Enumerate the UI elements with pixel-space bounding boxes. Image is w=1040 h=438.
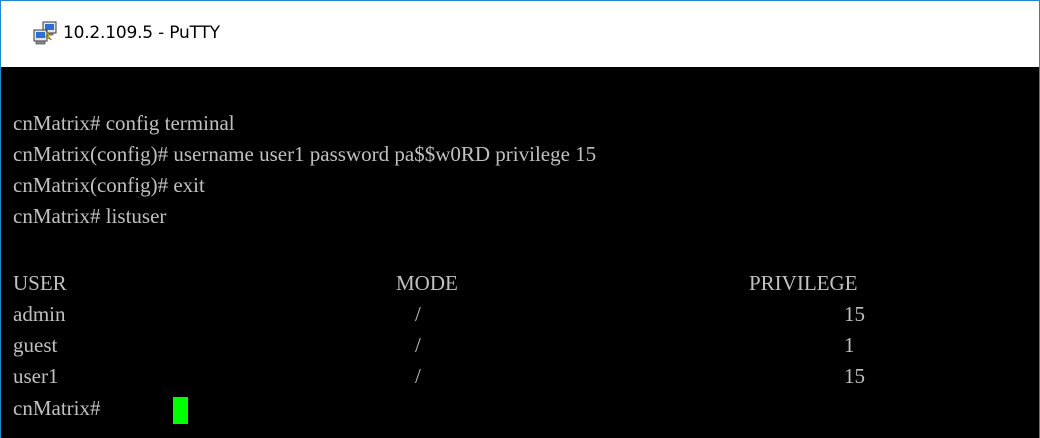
command-line: cnMatrix(config)# username user1 passwor… bbox=[13, 142, 597, 166]
table-cell-privilege: 1 bbox=[844, 333, 855, 357]
table-cell-privilege: 15 bbox=[844, 364, 865, 388]
table-cell-user: guest bbox=[13, 333, 58, 357]
command-line: cnMatrix# config terminal bbox=[13, 111, 235, 135]
putty-icon bbox=[33, 21, 57, 45]
command-line: cnMatrix# listuser bbox=[13, 204, 167, 228]
table-cell-mode: / bbox=[415, 364, 421, 388]
header-mode: MODE bbox=[396, 271, 458, 295]
header-privilege: PRIVILEGE bbox=[749, 271, 858, 295]
window-title: 10.2.109.5 - PuTTY bbox=[63, 23, 220, 43]
shell-prompt: cnMatrix# bbox=[13, 396, 106, 420]
table-cell-mode: / bbox=[415, 333, 421, 357]
putty-window: 10.2.109.5 - PuTTY cnMatrix# config term… bbox=[0, 0, 1040, 438]
table-cell-privilege: 15 bbox=[844, 302, 865, 326]
terminal-cursor bbox=[173, 397, 188, 424]
header-user: USER bbox=[13, 271, 67, 295]
table-cell-mode: / bbox=[415, 302, 421, 326]
title-bar[interactable]: 10.2.109.5 - PuTTY bbox=[1, 1, 1039, 67]
table-cell-user: admin bbox=[13, 302, 66, 326]
table-cell-user: user1 bbox=[13, 364, 59, 388]
terminal-screen[interactable]: cnMatrix# config terminal cnMatrix(confi… bbox=[1, 67, 1039, 438]
command-line: cnMatrix(config)# exit bbox=[13, 173, 205, 197]
